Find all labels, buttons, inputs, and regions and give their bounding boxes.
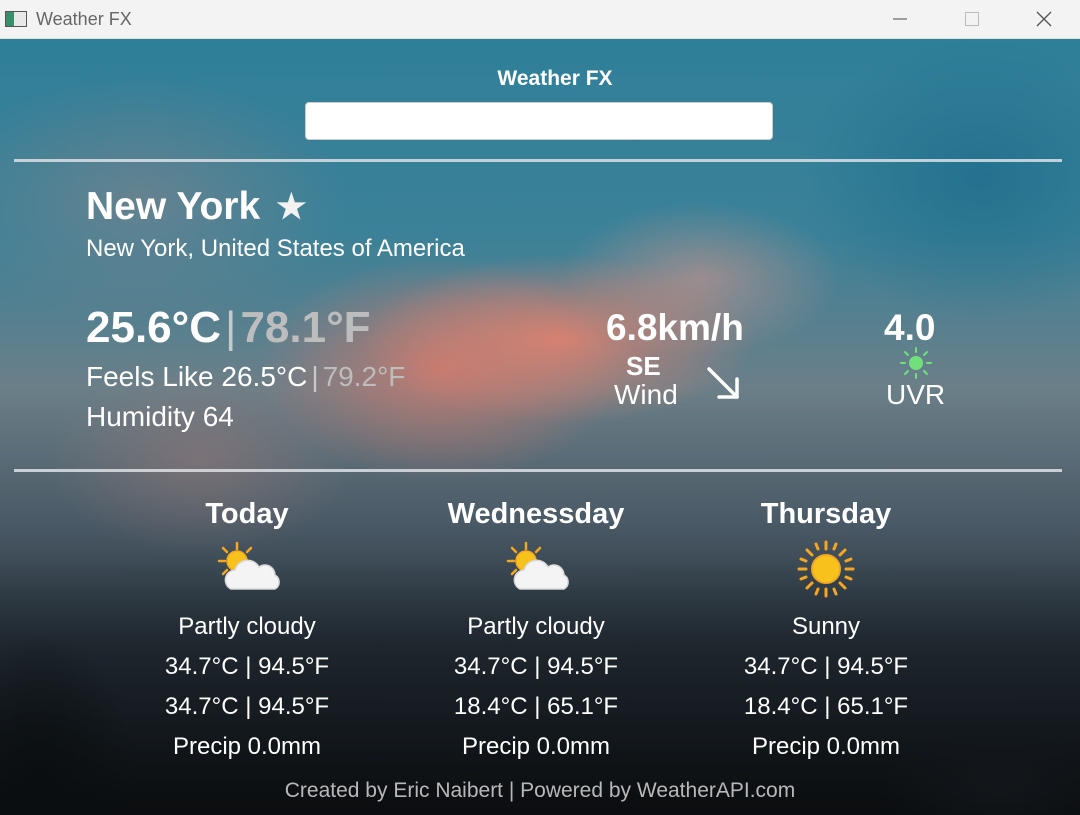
temp-fahrenheit: 78.1°F [240, 303, 371, 352]
maximize-icon [965, 12, 979, 26]
forecast-day-wednessday: Wednessday Partly cloudy 34.7°C | 94.5°F… [391, 495, 681, 767]
forecast-condition: Sunny [791, 613, 861, 640]
city-label: New York [86, 185, 261, 228]
main-content: Weather FX New York ★ New York, United S… [0, 39, 1080, 815]
forecast-precip: Precip 0.0mm [172, 733, 322, 760]
wind-direction: SE [626, 351, 661, 381]
forecast-temp-line-1: 34.7°C | 94.5°F [743, 653, 909, 680]
temp-celsius: 25.6°C [86, 303, 222, 352]
maximize-button[interactable] [936, 0, 1008, 38]
wind-speed: 6.8km/h [606, 307, 744, 348]
uv-label: UVR [886, 379, 946, 410]
forecast-day-today: Today Partly cloudy 34.7°C | 94.5°F 34.7… [102, 495, 392, 767]
arrow-down-right-icon [707, 367, 739, 399]
sunny-icon [681, 537, 971, 601]
forecast-temp-line-1: 34.7°C | 94.5°F [164, 653, 330, 680]
middle-divider [14, 469, 1062, 472]
close-button[interactable] [1008, 0, 1080, 38]
partly-cloudy-icon [102, 537, 392, 601]
city-name: New York ★ [86, 185, 307, 229]
forecast-condition: Partly cloudy [467, 613, 605, 640]
current-temperature: 25.6°C|78.1°F [86, 303, 371, 352]
forecast-temp-line-2: 34.7°C | 94.5°F [164, 693, 330, 720]
top-divider [14, 159, 1062, 162]
forecast-precip: Precip 0.0mm [461, 733, 611, 760]
forecast-day-name: Today [205, 498, 289, 530]
sun-icon [900, 347, 932, 379]
feels-like-label: Feels Like [86, 361, 214, 392]
humidity-label: Humidity [86, 401, 195, 432]
forecast-temp-line-1: 34.7°C | 94.5°F [453, 653, 619, 680]
app-icon [5, 11, 27, 27]
footer-credits: Created by Eric Naibert | Powered by Wea… [284, 779, 796, 802]
star-icon[interactable]: ★ [276, 187, 306, 227]
wind-label: Wind [614, 379, 678, 410]
forecast-precip: Precip 0.0mm [751, 733, 901, 760]
partly-cloudy-icon [391, 537, 681, 601]
app-window: Weather FX Weather FX New York ★ New Yor… [0, 0, 1080, 815]
humidity: Humidity 64 [86, 401, 234, 433]
app-heading: Weather FX [497, 67, 613, 90]
humidity-value: 64 [202, 401, 234, 432]
forecast-day-name: Thursday [760, 498, 892, 530]
forecast-condition: Partly cloudy [178, 613, 316, 640]
forecast-temp-line-2: 18.4°C | 65.1°F [743, 693, 909, 720]
uv-value: 4.0 [884, 307, 936, 348]
window-controls [864, 0, 1080, 38]
feels-like: Feels Like 26.5°C | 79.2°F [86, 361, 406, 392]
title-bar: Weather FX [0, 0, 1080, 39]
search-input[interactable] [305, 102, 773, 140]
feels-like-fahrenheit: 79.2°F [322, 361, 406, 392]
forecast-temp-line-2: 18.4°C | 65.1°F [453, 693, 619, 720]
feels-like-celsius: 26.5°C [221, 361, 308, 392]
minimize-icon [893, 18, 907, 20]
forecast-day-thursday: Thursday Sunny 34.7°C | 94.5°F 18.4°C | … [681, 495, 971, 767]
forecast-day-name: Wednessday [447, 498, 625, 530]
minimize-button[interactable] [864, 0, 936, 38]
region-label: New York, United States of America [86, 235, 465, 262]
window-title: Weather FX [36, 8, 132, 29]
close-icon [1036, 11, 1052, 27]
